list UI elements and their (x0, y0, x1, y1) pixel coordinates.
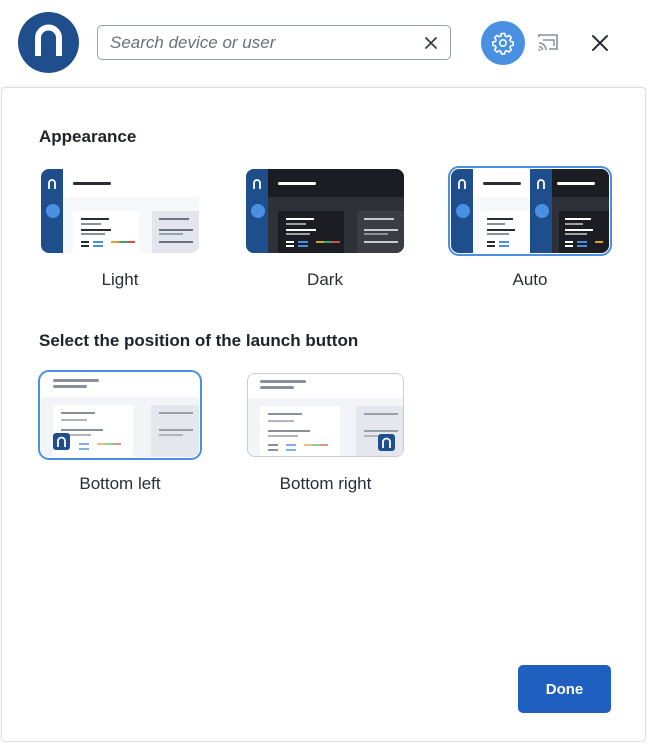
clear-icon[interactable] (424, 36, 438, 50)
search-input[interactable] (110, 26, 410, 59)
theme-label-dark: Dark (307, 270, 343, 289)
settings-button[interactable] (481, 21, 525, 65)
n-logo-icon (18, 12, 79, 73)
launch-position-title: Select the position of the launch button (39, 331, 359, 350)
position-label-bottom-left: Bottom left (79, 474, 161, 493)
search-box (97, 25, 451, 60)
theme-label-light: Light (101, 270, 139, 289)
theme-label-auto: Auto (512, 270, 548, 289)
theme-option-light[interactable] (41, 169, 199, 253)
position-label-bottom-right: Bottom right (279, 474, 372, 493)
theme-option-dark[interactable] (246, 169, 404, 253)
close-icon[interactable] (587, 30, 613, 56)
appearance-title: Appearance (39, 127, 137, 146)
theme-option-auto[interactable] (448, 166, 612, 256)
done-button[interactable]: Done (518, 665, 611, 713)
position-option-bottom-left[interactable] (38, 370, 202, 460)
header (0, 0, 651, 88)
gear-icon (492, 32, 514, 55)
cast-icon[interactable] (534, 29, 562, 57)
position-option-bottom-right[interactable] (247, 373, 404, 457)
